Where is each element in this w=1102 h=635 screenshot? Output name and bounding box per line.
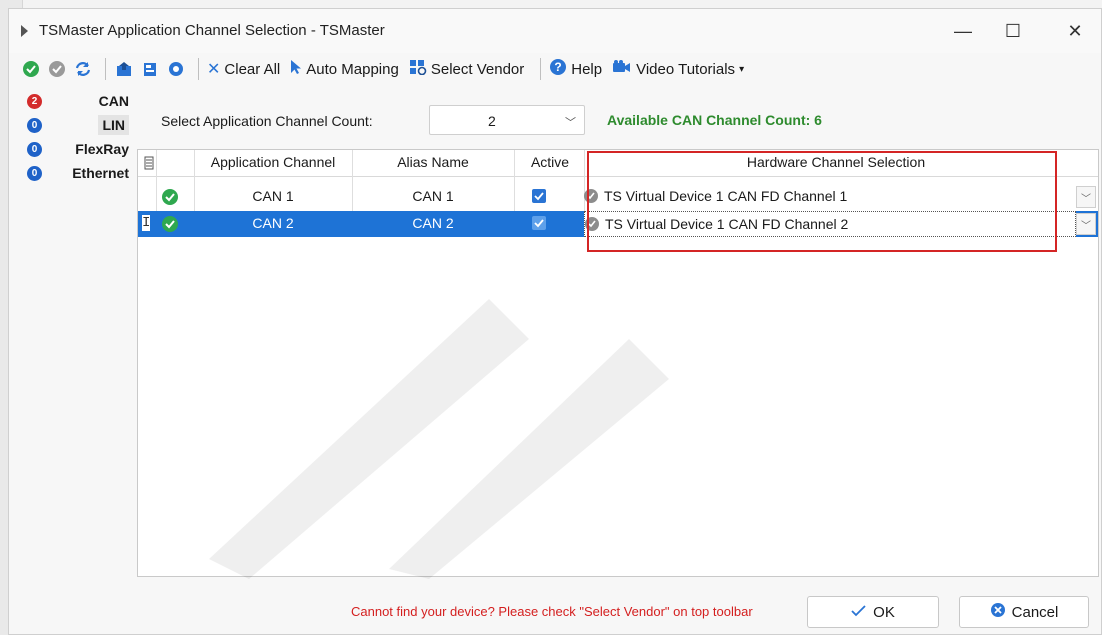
- sidebar-item-label: Ethernet: [72, 165, 129, 181]
- vendor-hint-message: Cannot find your device? Please check "S…: [351, 604, 753, 619]
- check-circle-icon: [162, 189, 178, 205]
- uncheck-all-icon[interactable]: [47, 59, 67, 79]
- header-alias-name[interactable]: Alias Name: [354, 154, 512, 170]
- maximize-button[interactable]: ☐: [993, 17, 1033, 45]
- sidebar-item-label: LIN: [98, 115, 129, 135]
- ok-button-label: OK: [873, 603, 895, 621]
- hardware-channel-label: TS Virtual Device 1 CAN FD Channel 1: [604, 188, 848, 204]
- toolbar-separator: [105, 58, 106, 80]
- table-row[interactable]: CAN 1 CAN 1 TS Virtual Device 1 CAN FD C…: [138, 184, 1098, 210]
- count-badge: 0: [27, 141, 42, 157]
- text-cursor-icon: I: [142, 215, 151, 231]
- select-vendor-label: Select Vendor: [430, 60, 525, 78]
- sidebar-item-ethernet[interactable]: 0 Ethernet: [17, 161, 133, 185]
- check-circle-icon: [162, 216, 178, 232]
- close-button[interactable]: ✕: [1055, 17, 1095, 45]
- clear-all-label: Clear All: [224, 60, 281, 78]
- select-vendor-button[interactable]: Select Vendor: [409, 59, 524, 79]
- device-status-icon: [585, 217, 599, 231]
- cancel-icon: [990, 602, 1006, 622]
- sidebar-item-label: FlexRay: [75, 141, 129, 157]
- active-checkbox[interactable]: [532, 216, 546, 230]
- auto-mapping-button[interactable]: Auto Mapping: [290, 59, 399, 79]
- hardware-channel-cell[interactable]: TS Virtual Device 1 CAN FD Channel 2: [584, 211, 1076, 237]
- video-tutorials-button[interactable]: Video Tutorials ▾: [612, 59, 744, 79]
- hardware-dropdown-button[interactable]: ﹀: [1076, 213, 1096, 235]
- cancel-button[interactable]: Cancel: [959, 596, 1089, 628]
- import-icon[interactable]: [114, 59, 134, 79]
- channel-count-select[interactable]: 2 ﹀: [429, 105, 585, 135]
- header-active[interactable]: Active: [516, 154, 584, 170]
- cursor-icon: [290, 59, 302, 79]
- clear-all-button[interactable]: ✕ Clear All: [207, 59, 280, 79]
- minimize-button[interactable]: —: [943, 17, 983, 45]
- alias-cell[interactable]: CAN 1: [354, 188, 512, 204]
- count-badge: 0: [27, 117, 42, 133]
- app-cursor-icon: [21, 25, 28, 37]
- dropdown-caret-icon: ▾: [739, 63, 745, 75]
- toolbar-separator: [198, 58, 199, 80]
- check-all-icon[interactable]: [21, 59, 41, 79]
- clear-icon: ✕: [207, 61, 221, 78]
- help-button[interactable]: ? Help: [549, 58, 602, 80]
- auto-mapping-label: Auto Mapping: [306, 60, 399, 78]
- vendor-grid-icon: [409, 59, 427, 79]
- svg-text:?: ?: [555, 60, 562, 74]
- video-camera-icon: [612, 59, 632, 79]
- channel-selection-dialog: TSMaster Application Channel Selection -…: [8, 8, 1102, 635]
- app-channel-cell: CAN 2: [252, 215, 294, 231]
- channel-count-row: Select Application Channel Count: 2 ﹀ Av…: [161, 105, 1061, 135]
- header-application-channel[interactable]: Application Channel: [196, 154, 350, 170]
- help-label: Help: [571, 60, 603, 78]
- channel-mapping-grid: Application Channel Alias Name Active Ha…: [137, 149, 1099, 577]
- help-icon: ?: [549, 58, 567, 80]
- active-checkbox[interactable]: [532, 189, 546, 203]
- sidebar-item-flexray[interactable]: 0 FlexRay: [17, 137, 133, 161]
- toolbar-separator: [540, 58, 542, 80]
- count-badge: 2: [27, 93, 42, 109]
- hardware-channel-label: TS Virtual Device 1 CAN FD Channel 2: [605, 216, 849, 232]
- window-title: TSMaster Application Channel Selection -…: [39, 22, 385, 39]
- bus-type-sidebar: 2 CAN 0 LIN 0 FlexRay 0 Ethernet: [17, 89, 133, 185]
- channel-count-value: 2: [488, 113, 496, 129]
- toolbar: ✕ Clear All Auto Mapping Select Vendor ?…: [9, 55, 1101, 83]
- cancel-button-label: Cancel: [1011, 603, 1059, 621]
- table-row[interactable]: I CAN 2 CAN 2 TS Virtual Device 1 CAN FD…: [138, 211, 1098, 237]
- grid-header: Application Channel Alias Name Active Ha…: [138, 150, 1098, 177]
- available-channel-count: Available CAN Channel Count: 6: [607, 112, 822, 128]
- hardware-dropdown-button[interactable]: ﹀: [1076, 186, 1096, 208]
- channel-count-label: Select Application Channel Count:: [161, 113, 373, 129]
- sidebar-item-can[interactable]: 2 CAN: [17, 89, 133, 113]
- sidebar-item-lin[interactable]: 0 LIN: [17, 113, 133, 137]
- alias-cell[interactable]: CAN 2: [354, 215, 512, 231]
- export-icon[interactable]: [140, 59, 160, 79]
- device-status-icon: [584, 189, 598, 203]
- checkmark-icon: [851, 604, 867, 621]
- chevron-down-icon: ﹀: [565, 117, 576, 129]
- title-bar: TSMaster Application Channel Selection -…: [9, 9, 1101, 53]
- ok-button[interactable]: OK: [807, 596, 939, 628]
- header-hardware-channel[interactable]: Hardware Channel Selection: [586, 154, 1086, 170]
- settings-icon[interactable]: [166, 59, 186, 79]
- sidebar-item-label: CAN: [98, 93, 129, 109]
- count-badge: 0: [27, 165, 42, 181]
- app-channel-cell: CAN 1: [252, 188, 294, 204]
- column-chooser-icon[interactable]: [144, 156, 154, 173]
- refresh-icon[interactable]: [73, 59, 93, 79]
- video-tutorials-label: Video Tutorials: [636, 60, 736, 78]
- hardware-channel-cell[interactable]: TS Virtual Device 1 CAN FD Channel 1: [584, 188, 847, 204]
